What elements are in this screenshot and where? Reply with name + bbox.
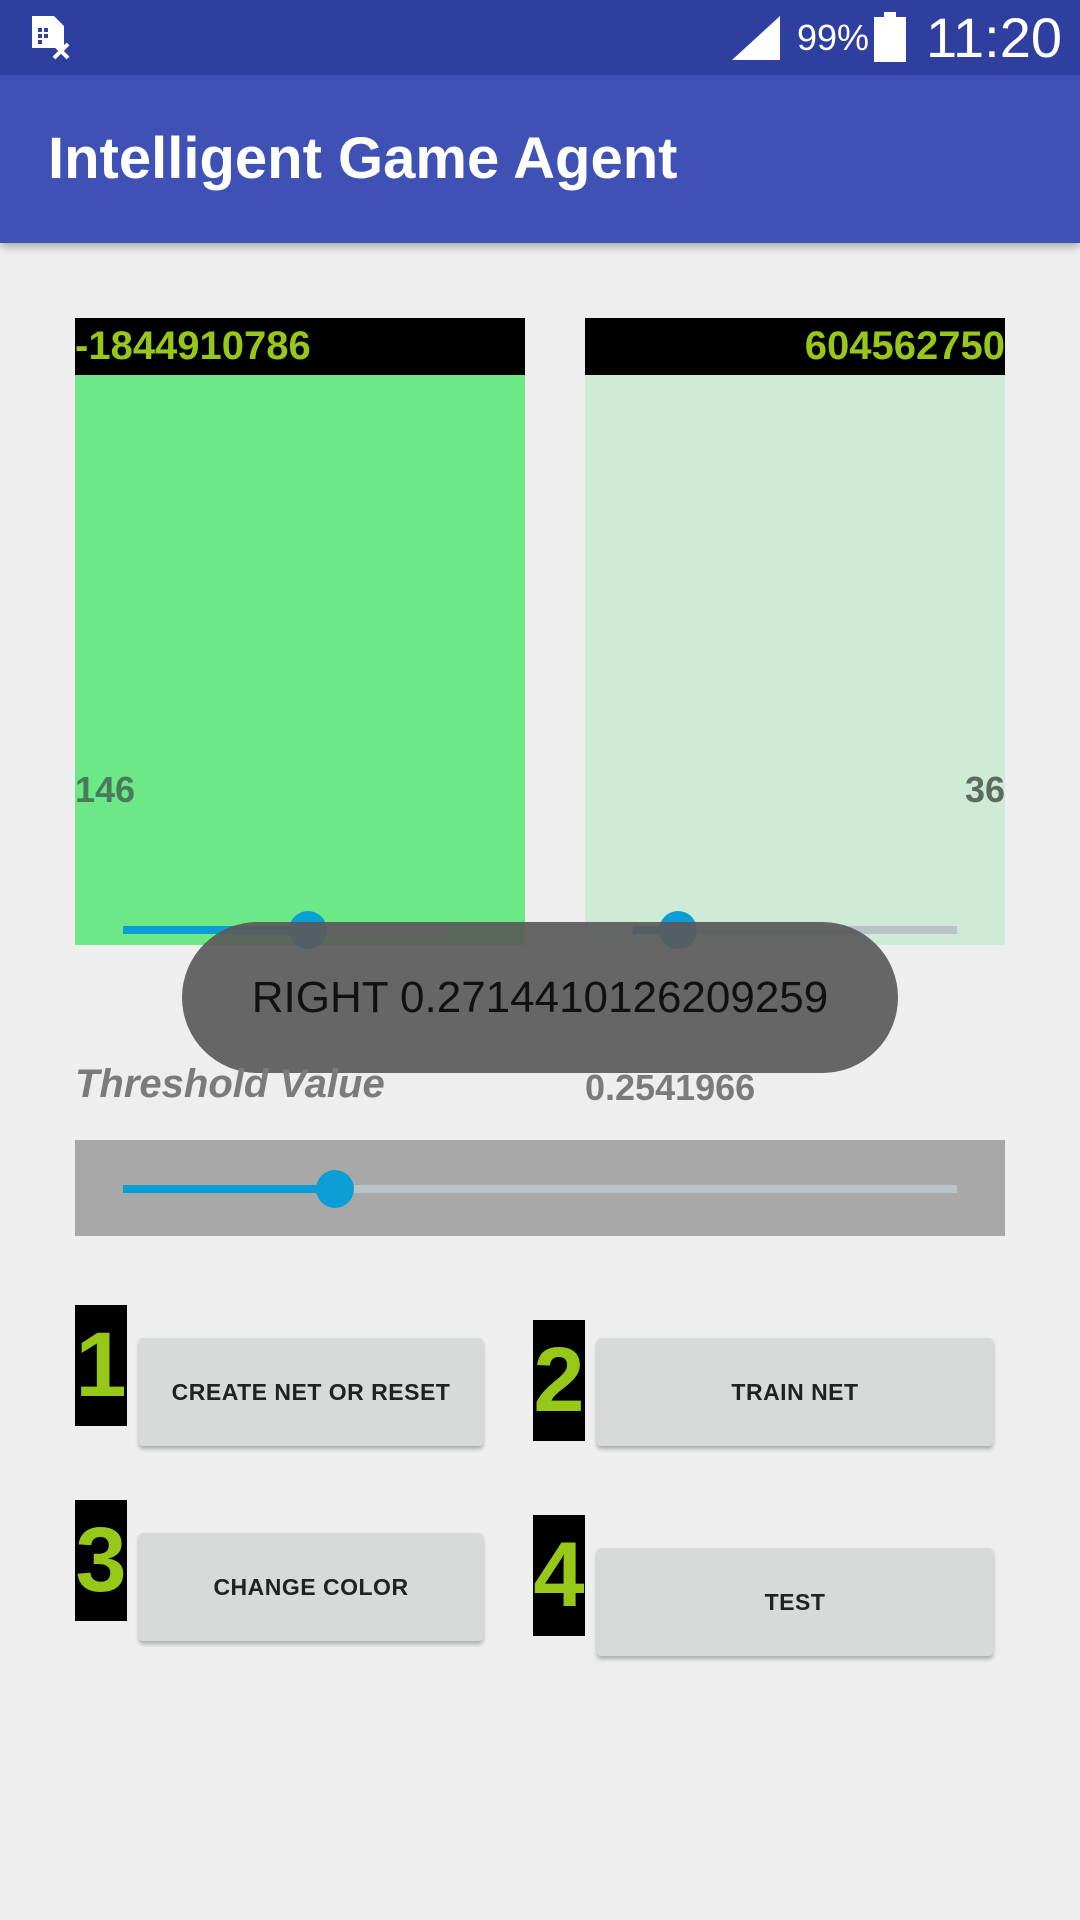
change-color-button[interactable]: CHANGE COLOR [139, 1533, 483, 1641]
step-badge-2: 2 [533, 1320, 585, 1441]
step-badge-1: 1 [75, 1305, 127, 1426]
sim-error-icon [32, 16, 70, 60]
clock: 11:20 [926, 6, 1062, 69]
slider-thumb[interactable] [315, 1170, 354, 1208]
threshold-slider-container [75, 1140, 1005, 1236]
status-bar: 99% 11:20 [0, 0, 1080, 75]
step-badge-3: 3 [75, 1500, 127, 1621]
right-panel-count: 36 [964, 769, 1005, 810]
left-panel-header-value: -1844910786 [75, 318, 525, 375]
right-panel-header-value: 604562750 [585, 318, 1005, 375]
app-bar: Intelligent Game Agent [0, 75, 1080, 243]
battery-icon [874, 12, 906, 62]
left-panel-count: 146 [75, 769, 136, 810]
signal-icon [732, 16, 780, 60]
left-panel[interactable]: -1844910786 146 [75, 318, 525, 949]
toast-message: RIGHT 0.2714410126209259 [182, 922, 898, 1073]
right-panel[interactable]: 604562750 36 [585, 318, 1005, 949]
test-button[interactable]: TEST [597, 1548, 993, 1656]
step-badge-4: 4 [533, 1515, 585, 1636]
threshold-value: 0.2541966 [585, 1067, 756, 1108]
threshold-slider[interactable] [123, 1166, 957, 1210]
slider-fill [123, 1185, 335, 1193]
train-net-button[interactable]: TRAIN NET [597, 1338, 993, 1446]
create-net-or-reset-button[interactable]: CREATE NET OR RESET [139, 1338, 483, 1446]
app-title: Intelligent Game Agent [48, 126, 678, 191]
battery-percent: 99% [797, 17, 870, 58]
threshold-label: Threshold Value [75, 1062, 385, 1106]
